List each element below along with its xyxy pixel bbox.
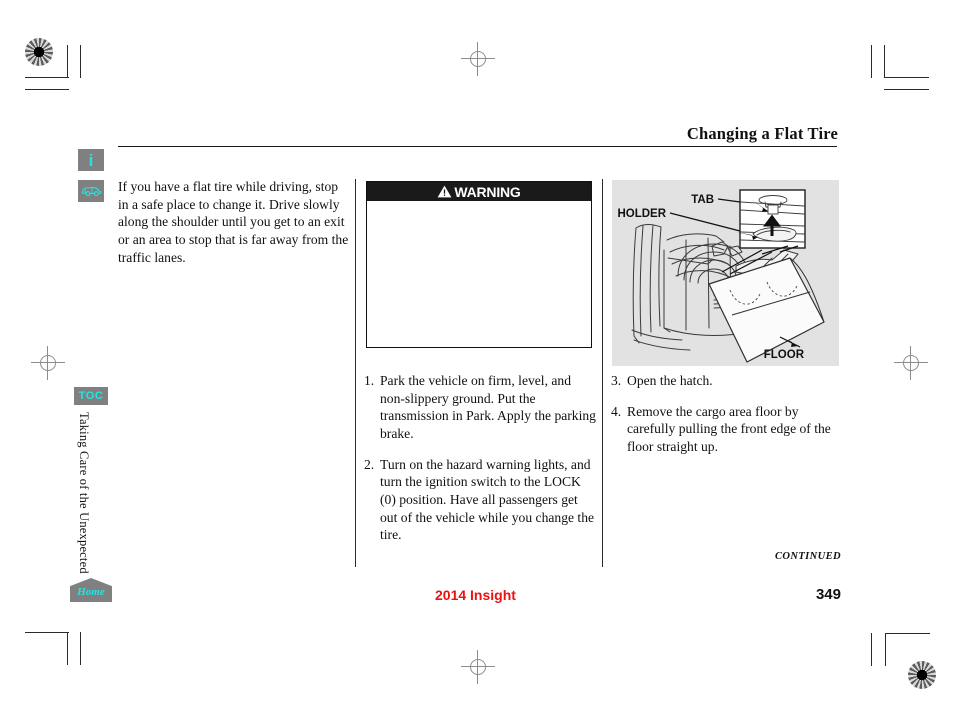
- registration-target-icon: [25, 38, 53, 66]
- cargo-floor-illustration: TAB HOLDER FLOOR: [612, 180, 839, 366]
- warning-label: WARNING: [454, 183, 521, 200]
- info-icon-glyph: i: [88, 150, 94, 170]
- intro-paragraph: If you have a flat tire while driving, s…: [118, 179, 349, 265]
- info-icon[interactable]: i: [78, 149, 104, 171]
- crop-mark: [884, 77, 929, 79]
- column-divider: [602, 179, 604, 567]
- steps-list-middle: 1. Park the vehicle on firm, level, and …: [364, 372, 596, 557]
- crop-mark: [25, 77, 69, 79]
- crop-mark: [884, 45, 886, 78]
- crop-mark: [80, 632, 82, 665]
- car-icon[interactable]: [78, 180, 104, 202]
- registration-crosshair-icon: [461, 42, 495, 76]
- crop-mark: [67, 45, 69, 78]
- crop-mark: [885, 633, 887, 666]
- crop-mark: [885, 633, 930, 635]
- warning-body: [367, 201, 591, 347]
- list-item-number: 2.: [364, 456, 375, 472]
- list-item-number: 3.: [611, 373, 622, 388]
- warning-header: WARNING: [367, 182, 591, 201]
- page-number: 349: [815, 586, 841, 603]
- list-item-text: Remove the cargo area floor by carefully…: [627, 403, 831, 455]
- manual-page: Changing a Flat Tire i TOC Taking Care o…: [0, 0, 954, 710]
- list-item-text: Park the vehicle on firm, level, and non…: [380, 373, 596, 442]
- crop-mark: [67, 632, 69, 665]
- list-item: 3. Open the hatch.: [611, 372, 843, 390]
- registration-target-icon: [908, 661, 936, 689]
- registration-crosshair-icon: [461, 650, 495, 684]
- list-item-text: Turn on the hazard warning lights, and t…: [380, 456, 595, 543]
- callout-tab: TAB: [691, 194, 714, 206]
- section-tab-label: Taking Care of the Unexpected: [77, 412, 91, 574]
- page-title: Changing a Flat Tire: [686, 124, 838, 143]
- footer-model-label: 2014 Insight: [435, 587, 516, 603]
- home-button-label: Home: [77, 586, 105, 598]
- header-divider: [118, 146, 837, 148]
- crop-mark: [25, 632, 69, 634]
- list-item: 4. Remove the cargo area floor by carefu…: [611, 403, 843, 456]
- list-item-number: 4.: [611, 403, 622, 419]
- registration-crosshair-icon: [31, 346, 65, 380]
- list-item: 2. Turn on the hazard warning lights, an…: [364, 456, 596, 544]
- continued-label: CONTINUED: [774, 551, 841, 562]
- callout-floor: FLOOR: [764, 349, 805, 361]
- toc-button[interactable]: TOC: [74, 387, 108, 405]
- steps-list-right: 3. Open the hatch. 4. Remove the cargo a…: [611, 372, 843, 469]
- list-item-text: Open the hatch.: [627, 373, 713, 388]
- registration-crosshair-icon: [894, 346, 928, 380]
- warning-box: WARNING: [366, 181, 592, 348]
- crop-mark: [871, 45, 873, 78]
- warning-triangle-icon: [437, 185, 452, 198]
- crop-mark: [871, 633, 873, 666]
- crop-mark: [884, 89, 929, 91]
- callout-holder: HOLDER: [617, 208, 666, 220]
- list-item-number: 1.: [364, 373, 375, 388]
- column-divider: [355, 179, 357, 567]
- list-item: 1. Park the vehicle on firm, level, and …: [364, 372, 596, 443]
- crop-mark: [80, 45, 82, 78]
- crop-mark: [25, 89, 69, 91]
